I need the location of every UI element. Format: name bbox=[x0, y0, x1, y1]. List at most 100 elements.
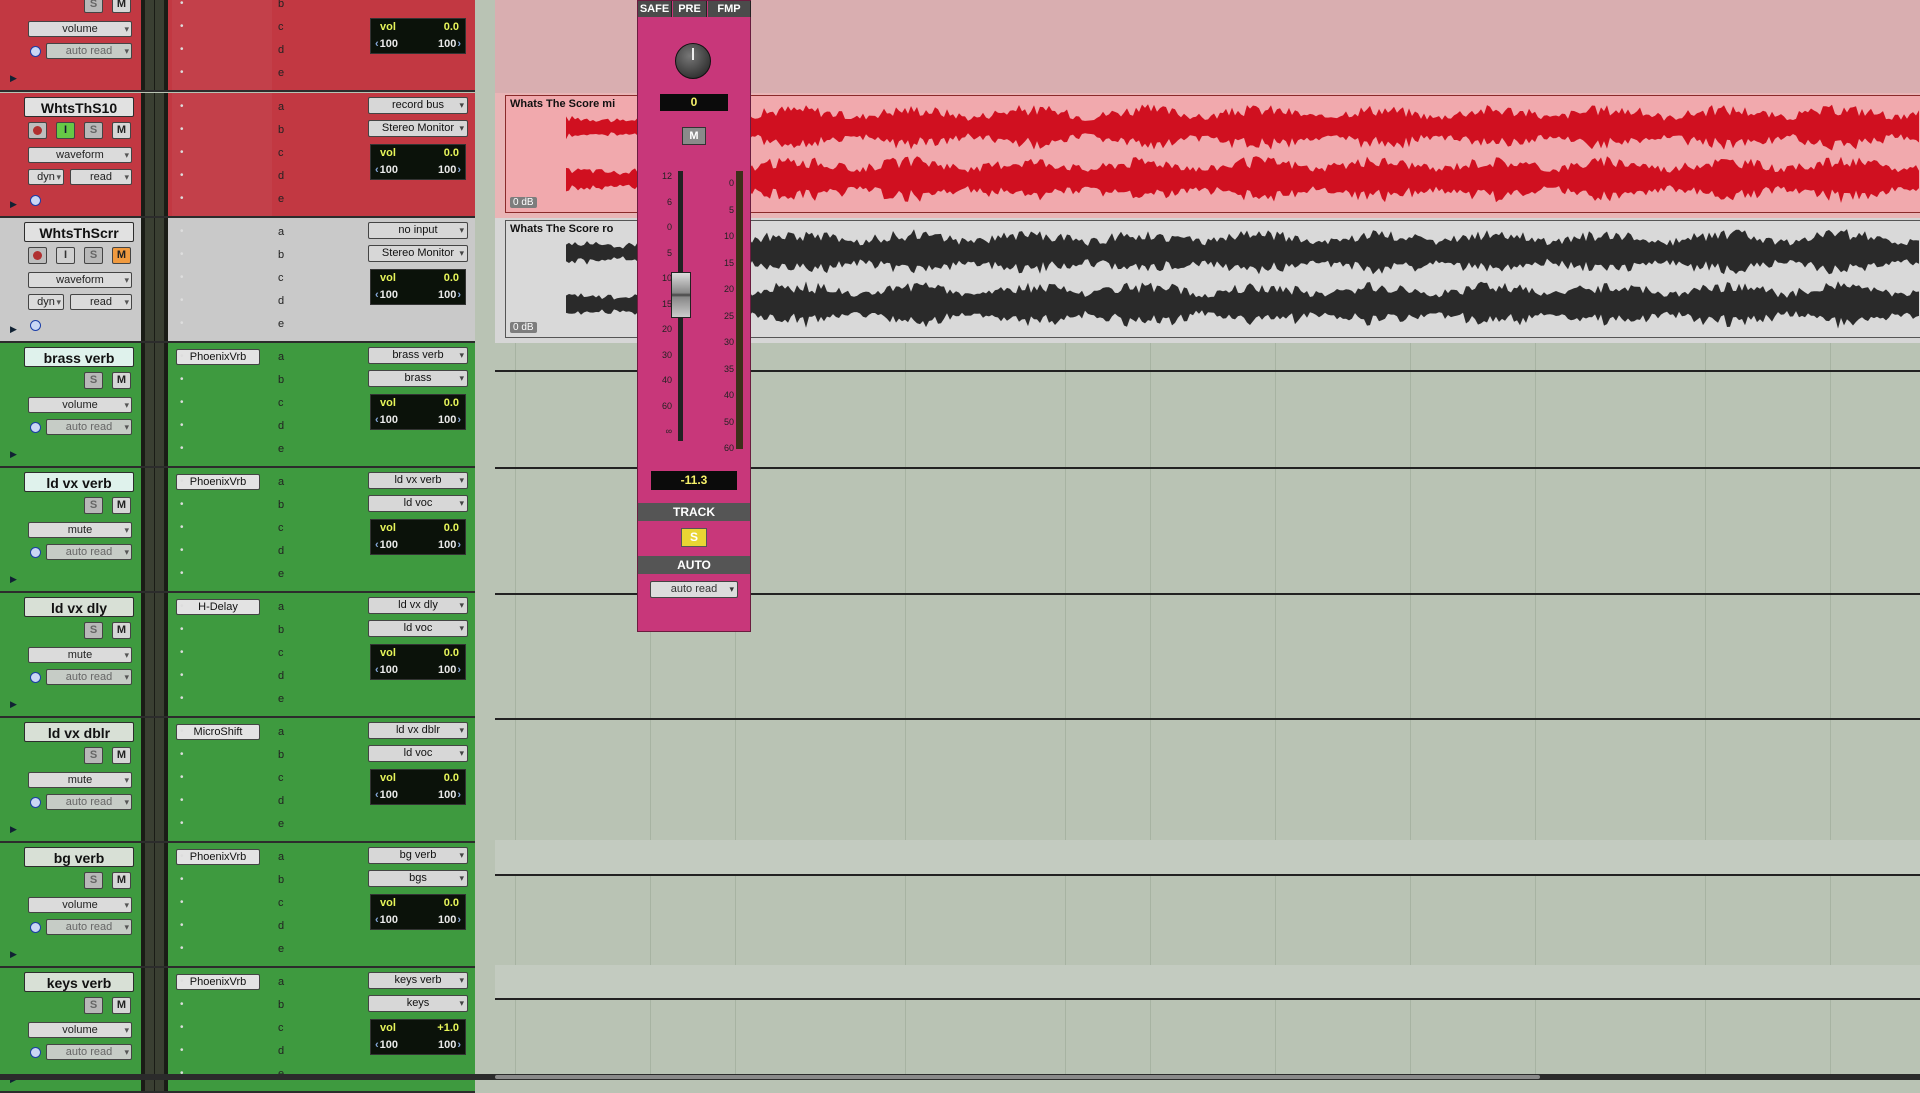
insert-slot[interactable]: • bbox=[180, 124, 184, 135]
pan-value[interactable]: 0 bbox=[660, 94, 728, 111]
output-select[interactable]: brass bbox=[368, 370, 468, 387]
automation-select[interactable]: auto read bbox=[46, 43, 132, 59]
input-select[interactable]: ld vx dblr bbox=[368, 722, 468, 739]
output-select[interactable]: keys bbox=[368, 995, 468, 1012]
expand-triangle-icon[interactable]: ▶ bbox=[10, 73, 17, 84]
send-slot-letter[interactable]: b bbox=[278, 749, 284, 761]
vol-value[interactable]: 0.0 bbox=[444, 772, 459, 784]
mute-button[interactable]: M bbox=[112, 0, 131, 13]
insert-slot[interactable]: • bbox=[180, 499, 184, 510]
track-name[interactable]: keys verb bbox=[24, 972, 134, 992]
record-arm-button[interactable] bbox=[28, 247, 47, 264]
solo-button[interactable]: S bbox=[84, 872, 103, 889]
solo-button[interactable]: S bbox=[84, 372, 103, 389]
expand-triangle-icon[interactable]: ▶ bbox=[10, 949, 17, 960]
input-select[interactable]: no input bbox=[368, 222, 468, 239]
send-slot-letter[interactable]: e bbox=[278, 568, 284, 580]
input-select[interactable]: ld vx verb bbox=[368, 472, 468, 489]
track-view-select[interactable]: waveform bbox=[28, 272, 132, 288]
send-slot-letter[interactable]: a bbox=[278, 226, 284, 238]
insert-slot[interactable]: • bbox=[180, 522, 184, 533]
automation-select[interactable]: auto read bbox=[46, 544, 132, 560]
track-name[interactable]: ld vx verb bbox=[24, 472, 134, 492]
volume-pan-display[interactable]: vol 0.0 100 100 bbox=[370, 894, 466, 930]
volume-pan-display[interactable]: vol 0.0 100 100 bbox=[370, 769, 466, 805]
solo-button[interactable]: S bbox=[84, 497, 103, 514]
send-slot-letter[interactable]: b bbox=[278, 999, 284, 1011]
send-slot-letter[interactable]: a bbox=[278, 726, 284, 738]
insert-slot[interactable]: • bbox=[180, 874, 184, 885]
send-slot-letter[interactable]: c bbox=[278, 1022, 284, 1034]
automation-icon[interactable] bbox=[30, 422, 41, 433]
volume-pan-display[interactable]: vol 0.0 100 100 bbox=[370, 394, 466, 430]
input-select[interactable]: brass verb bbox=[368, 347, 468, 364]
insert-slot[interactable]: • bbox=[180, 226, 184, 237]
automation-select[interactable]: auto read bbox=[46, 1044, 132, 1060]
send-slot-letter[interactable]: e bbox=[278, 693, 284, 705]
fader-handle[interactable] bbox=[671, 272, 691, 318]
mute-button[interactable]: M bbox=[112, 747, 131, 764]
pan-left-value[interactable]: 100 bbox=[375, 164, 398, 176]
pan-left-value[interactable]: 100 bbox=[375, 914, 398, 926]
insert-slot[interactable]: • bbox=[180, 726, 184, 737]
insert-slot[interactable]: • bbox=[180, 44, 184, 55]
automation-icon[interactable] bbox=[30, 195, 41, 206]
insert-slot[interactable]: • bbox=[180, 147, 184, 158]
send-slot-letter[interactable]: c bbox=[278, 397, 284, 409]
send-slot-letter[interactable]: b bbox=[278, 624, 284, 636]
insert-slot[interactable]: • bbox=[180, 624, 184, 635]
pan-right-value[interactable]: 100 bbox=[438, 914, 461, 926]
track-view-select[interactable]: volume bbox=[28, 21, 132, 37]
expand-triangle-icon[interactable]: ▶ bbox=[10, 824, 17, 835]
pan-left-value[interactable]: 100 bbox=[375, 1039, 398, 1051]
insert-slot[interactable]: • bbox=[180, 443, 184, 454]
send-slot-letter[interactable]: d bbox=[278, 170, 284, 182]
insert-slot[interactable]: • bbox=[180, 295, 184, 306]
send-slot-letter[interactable]: a bbox=[278, 101, 284, 113]
mute-button[interactable]: M bbox=[112, 622, 131, 639]
automation-icon[interactable] bbox=[30, 922, 41, 933]
insert-slot[interactable]: • bbox=[180, 0, 184, 9]
insert-slot[interactable]: • bbox=[180, 693, 184, 704]
pan-knob-icon[interactable] bbox=[675, 43, 711, 79]
automation-select[interactable]: auto read bbox=[46, 794, 132, 810]
insert-slot[interactable]: • bbox=[180, 420, 184, 431]
pan-right-value[interactable]: 100 bbox=[438, 38, 461, 50]
insert-slot[interactable]: • bbox=[180, 21, 184, 32]
insert-slot[interactable]: • bbox=[180, 943, 184, 954]
insert-slot[interactable]: • bbox=[180, 545, 184, 556]
send-slot-letter[interactable]: a bbox=[278, 476, 284, 488]
send-slot-letter[interactable]: c bbox=[278, 522, 284, 534]
output-select[interactable]: Stereo Monitor bbox=[368, 245, 468, 262]
send-slot-letter[interactable]: d bbox=[278, 670, 284, 682]
track-view-select[interactable]: mute bbox=[28, 772, 132, 788]
send-slot-letter[interactable]: b bbox=[278, 124, 284, 136]
volume-value[interactable]: -11.3 bbox=[651, 471, 737, 490]
volume-pan-display[interactable]: vol 0.0 100 100 bbox=[370, 519, 466, 555]
send-slot-letter[interactable]: a bbox=[278, 351, 284, 363]
vol-value[interactable]: 0.0 bbox=[444, 21, 459, 33]
send-slot-letter[interactable]: a bbox=[278, 601, 284, 613]
automation-icon[interactable] bbox=[30, 547, 41, 558]
track-view-select[interactable]: mute bbox=[28, 647, 132, 663]
send-slot-letter[interactable]: e bbox=[278, 943, 284, 955]
insert-slot[interactable]: • bbox=[180, 999, 184, 1010]
vol-value[interactable]: 0.0 bbox=[444, 147, 459, 159]
send-slot-letter[interactable]: c bbox=[278, 897, 284, 909]
pan-left-value[interactable]: 100 bbox=[375, 38, 398, 50]
pan-right-value[interactable]: 100 bbox=[438, 164, 461, 176]
input-select[interactable]: record bus bbox=[368, 97, 468, 114]
insert-slot[interactable]: • bbox=[180, 1045, 184, 1056]
dyn-select[interactable]: dyn bbox=[28, 169, 64, 185]
input-select[interactable]: keys verb bbox=[368, 972, 468, 989]
input-monitor-button[interactable]: I bbox=[56, 247, 75, 264]
solo-button[interactable]: S bbox=[84, 997, 103, 1014]
expand-triangle-icon[interactable]: ▶ bbox=[10, 449, 17, 460]
send-slot-letter[interactable]: e bbox=[278, 193, 284, 205]
input-select[interactable]: bg verb bbox=[368, 847, 468, 864]
send-slot-letter[interactable]: e bbox=[278, 818, 284, 830]
insert-slot[interactable]: • bbox=[180, 193, 184, 204]
insert-slot[interactable]: • bbox=[180, 647, 184, 658]
pre-button[interactable]: PRE bbox=[673, 1, 707, 17]
mute-button[interactable]: M bbox=[112, 997, 131, 1014]
